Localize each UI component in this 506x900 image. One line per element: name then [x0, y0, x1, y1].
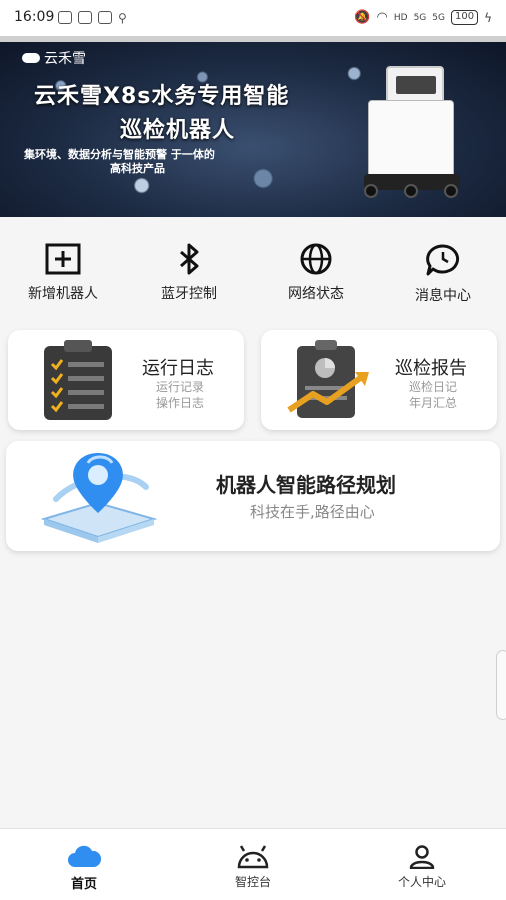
banner-title-line1: 云禾雪X8s水务专用智能 — [34, 84, 290, 109]
report-chart-icon — [287, 340, 369, 418]
nav-home[interactable]: 首页 — [34, 845, 134, 892]
mute-icon: 🔕 — [354, 10, 371, 25]
quick-action-messages[interactable]: 消息中心 — [388, 243, 498, 305]
side-drawer-handle[interactable] — [496, 650, 506, 720]
wifi-icon: ◠ — [376, 10, 388, 25]
status-time: 16:09 — [14, 9, 55, 25]
bluetooth-icon — [180, 243, 199, 275]
globe-icon — [300, 243, 332, 275]
banner-subtitle-line2: 高科技产品 — [110, 162, 165, 175]
inspection-report-sub2: 年月汇总 — [409, 396, 458, 410]
inspection-report-sub1: 巡检日记 — [409, 380, 458, 394]
status-notification-icons: ⚲ — [58, 11, 127, 25]
signal-5g-label-1: 5G — [413, 12, 427, 23]
clipboard-checklist-icon — [44, 340, 112, 420]
status-bar: 16:09 ⚲ 🔕 ◠ HD 5G 5G 100 ϟ — [0, 0, 506, 36]
quick-action-add-robot[interactable]: 新增机器人 — [8, 243, 118, 303]
quick-action-label: 网络状态 — [288, 286, 344, 302]
banner-logo: 云禾雪 — [22, 48, 86, 68]
cloud-icon — [68, 845, 102, 867]
signal-5g-label-2: 5G — [432, 12, 445, 23]
person-icon — [409, 845, 435, 869]
nav-profile-label: 个人中心 — [397, 875, 446, 889]
quick-action-label: 新增机器人 — [28, 286, 98, 302]
nav-control-console[interactable]: 智控台 — [203, 845, 303, 890]
run-log-sub2: 操作日志 — [156, 396, 205, 410]
banner-title-line2: 巡检机器人 — [120, 118, 236, 143]
message-icon — [78, 11, 92, 24]
bottom-navigation: 首页 智控台 个人中心 — [0, 828, 506, 900]
quick-action-label: 消息中心 — [415, 288, 471, 304]
route-planning-subtitle: 科技在手,路径由心 — [250, 503, 375, 521]
status-system-icons: 🔕 ◠ HD 5G 5G 100 ϟ — [354, 10, 492, 25]
run-log-card[interactable]: 运行日志 运行记录 操作日志 — [8, 330, 244, 430]
run-log-title: 运行日志 — [142, 358, 214, 379]
nav-profile[interactable]: 个人中心 — [372, 845, 472, 890]
notification-icon — [58, 11, 72, 24]
run-log-sub1: 运行记录 — [156, 380, 205, 394]
quick-action-label: 蓝牙控制 — [161, 286, 217, 302]
message-clock-icon — [426, 244, 460, 276]
battery-indicator: 100 — [450, 10, 479, 25]
nav-home-label: 首页 — [70, 877, 97, 892]
nav-control-console-label: 智控台 — [234, 875, 271, 889]
inspection-report-card[interactable]: 巡检报告 巡检日记 年月汇总 — [261, 330, 497, 430]
banner-logo-text: 云禾雪 — [44, 51, 86, 67]
inspection-report-title: 巡检报告 — [395, 358, 467, 379]
route-pin-icon — [40, 453, 158, 543]
quick-action-network[interactable]: 网络状态 — [261, 243, 371, 303]
usb-icon: ⚲ — [118, 11, 127, 25]
promo-banner[interactable]: 云禾雪 云禾雪X8s水务专用智能 巡检机器人 集环境、数据分析与智能预警 于一体… — [0, 42, 506, 217]
quick-action-bluetooth[interactable]: 蓝牙控制 — [134, 243, 244, 303]
route-planning-title: 机器人智能路径规划 — [216, 473, 396, 497]
image-icon — [98, 11, 112, 24]
robot-image — [364, 66, 460, 201]
cloud-logo-icon — [22, 53, 40, 63]
route-planning-card[interactable]: 机器人智能路径规划 科技在手,路径由心 — [6, 441, 500, 551]
android-icon — [237, 845, 269, 869]
charging-icon: ϟ — [484, 10, 492, 25]
quick-actions: 新增机器人 蓝牙控制 网络状态 消息中心 — [0, 217, 506, 317]
hd-label: HD — [393, 12, 408, 23]
add-square-icon — [45, 243, 81, 275]
